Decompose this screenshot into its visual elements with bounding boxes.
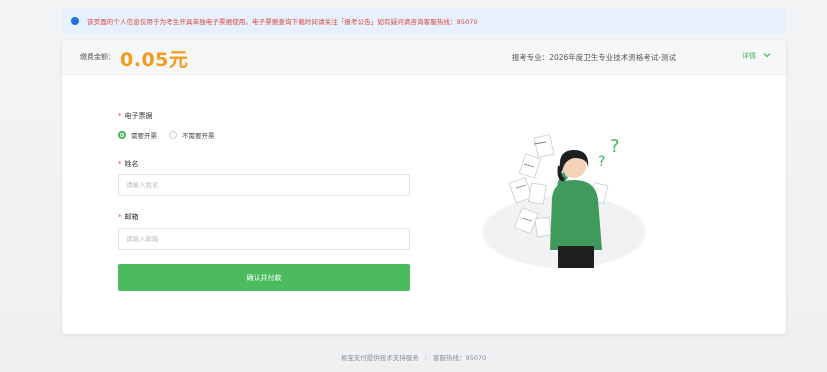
radio-need-invoice[interactable]: 需要开票 — [118, 130, 157, 140]
info-icon — [71, 17, 79, 25]
payment-card: 缴费金额： 0.05元 报考专业：2026年度卫生专业技术资格考试-测试 详情 … — [62, 40, 786, 334]
fee-label: 缴费金额： — [80, 53, 115, 61]
name-input[interactable] — [118, 174, 410, 196]
radio-checked-icon[interactable] — [118, 131, 126, 139]
footer-hotline: 客服热线：95070 — [433, 354, 487, 362]
confused-person-illustration: ? ? — [482, 134, 646, 268]
name-label-row: * 姓名 — [118, 160, 139, 168]
invoice-label-row: * 电子票据 — [118, 112, 153, 120]
footer: 易宝支付提供技术支持服务 | 客服热线：95070 — [0, 352, 827, 362]
svg-text:?: ? — [598, 154, 605, 170]
chevron-down-icon[interactable] — [762, 50, 772, 60]
invoice-label: 电子票据 — [124, 112, 153, 120]
card-header: 缴费金额： 0.05元 报考专业：2026年度卫生专业技术资格考试-测试 详情 — [62, 40, 786, 75]
name-label: 姓名 — [124, 160, 139, 168]
radio-no-invoice[interactable]: 不需要开票 — [169, 130, 215, 140]
svg-text:?: ? — [610, 136, 620, 157]
email-input[interactable] — [118, 228, 410, 250]
confirm-pay-button[interactable]: 确认并付款 — [118, 264, 410, 291]
footer-divider: | — [424, 354, 427, 362]
notice-bar: 该页面的个人信息仅用于为考生开具单独电子票据使用。电子票据查询下载时间请关注「报… — [62, 8, 786, 34]
exam-major: 报考专业：2026年度卫生专业技术资格考试-测试 — [511, 53, 676, 62]
notice-text: 该页面的个人信息仅用于为考生开具单独电子票据使用。电子票据查询下载时间请关注「报… — [87, 18, 478, 26]
radio-unchecked-icon[interactable] — [169, 131, 177, 139]
footer-support: 易宝支付提供技术支持服务 — [340, 354, 419, 362]
invoice-radio-group: 需要开票 不需要开票 — [118, 130, 227, 140]
email-label-row: * 邮箱 — [118, 213, 139, 221]
radio-need-invoice-label: 需要开票 — [131, 132, 157, 140]
fee-amount: 0.05元 — [120, 49, 189, 71]
email-label: 邮箱 — [124, 213, 139, 221]
detail-link[interactable]: 详情 — [742, 51, 756, 61]
radio-no-invoice-label: 不需要开票 — [182, 132, 215, 140]
